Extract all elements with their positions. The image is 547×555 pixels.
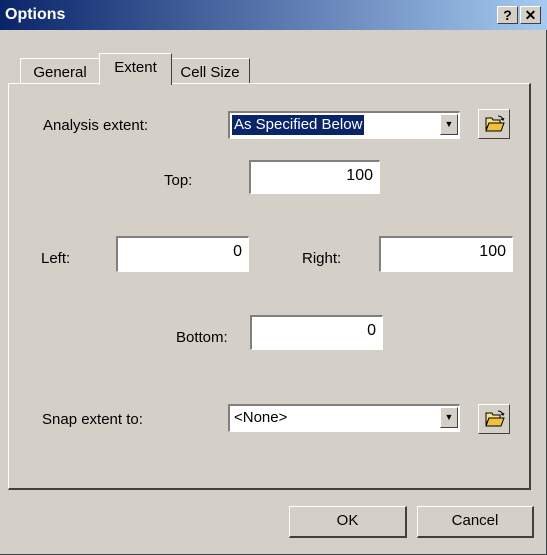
window-title: Options: [5, 6, 66, 23]
analysis-extent-value: As Specified Below: [232, 115, 365, 135]
close-button[interactable]: ✕: [520, 6, 541, 24]
cancel-button[interactable]: Cancel: [417, 506, 534, 538]
tab-general-label: General: [33, 64, 87, 81]
analysis-extent-label: Analysis extent:: [43, 117, 149, 134]
bottom-label: Bottom:: [176, 329, 228, 346]
tab-extent-label: Extent: [114, 59, 157, 76]
open-folder-icon: [485, 410, 505, 427]
right-field[interactable]: 100: [379, 236, 513, 272]
title-bar[interactable]: Options ? ✕: [0, 0, 547, 30]
chevron-down-icon[interactable]: ▼: [440, 407, 458, 428]
bottom-field[interactable]: 0: [250, 315, 383, 350]
snap-extent-value: <None>: [234, 409, 288, 426]
tab-cell-size-label: Cell Size: [180, 64, 240, 81]
snap-extent-browse-button[interactable]: [478, 404, 510, 434]
open-folder-icon: [485, 115, 505, 132]
top-label: Top:: [164, 172, 193, 189]
ok-button[interactable]: OK: [289, 506, 407, 538]
help-button[interactable]: ?: [497, 6, 518, 24]
analysis-extent-browse-button[interactable]: [478, 109, 510, 139]
analysis-extent-select[interactable]: As Specified Below ▼: [228, 111, 460, 139]
snap-extent-select[interactable]: <None> ▼: [228, 404, 460, 432]
options-dialog: Options ? ✕ General Cell Size Extent Ana…: [0, 0, 547, 555]
left-field[interactable]: 0: [116, 236, 249, 272]
tab-extent[interactable]: Extent: [99, 53, 172, 85]
tab-cell-size[interactable]: Cell Size: [170, 58, 250, 84]
top-field[interactable]: 100: [249, 160, 380, 194]
snap-extent-label: Snap extent to:: [42, 411, 143, 428]
tab-general[interactable]: General: [20, 58, 100, 84]
chevron-down-icon[interactable]: ▼: [440, 114, 458, 135]
right-label: Right:: [302, 250, 342, 267]
left-label: Left:: [41, 250, 71, 267]
